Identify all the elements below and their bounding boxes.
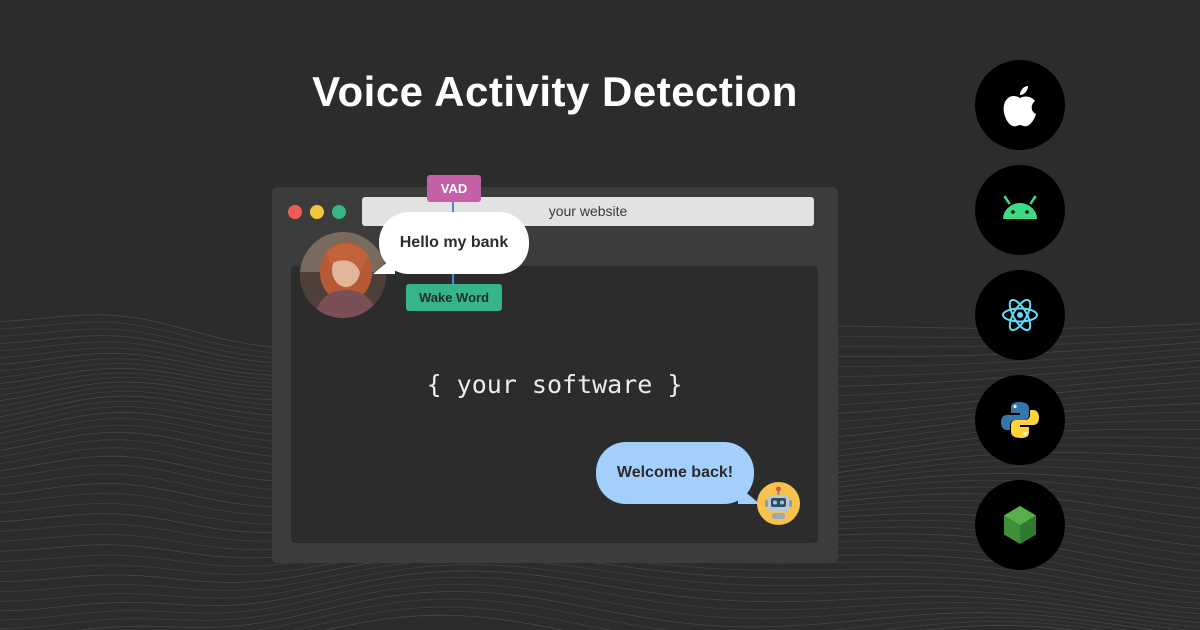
window-maximize-dot[interactable] (332, 205, 346, 219)
vad-tag: VAD (427, 175, 481, 202)
apple-icon (1003, 86, 1036, 127)
react-icon (1002, 298, 1038, 332)
page-title: Voice Activity Detection (312, 68, 798, 115)
apple-platform-button[interactable] (975, 60, 1065, 150)
nodejs-icon (1004, 506, 1036, 544)
wake-word-tag: Wake Word (406, 284, 502, 311)
robot-icon (757, 482, 800, 525)
nodejs-platform-button[interactable] (975, 480, 1065, 570)
user-speech-bubble: Hello my bank (373, 212, 529, 274)
python-platform-button[interactable] (975, 375, 1065, 465)
user-avatar (300, 232, 386, 318)
react-platform-button[interactable] (975, 270, 1065, 360)
software-label: { your software } (426, 370, 683, 399)
bot-speech-bubble: Welcome back! (596, 442, 760, 504)
android-icon (1003, 195, 1037, 219)
android-platform-button[interactable] (975, 165, 1065, 255)
python-icon (1001, 402, 1039, 438)
window-minimize-dot[interactable] (310, 205, 324, 219)
window-close-dot[interactable] (288, 205, 302, 219)
